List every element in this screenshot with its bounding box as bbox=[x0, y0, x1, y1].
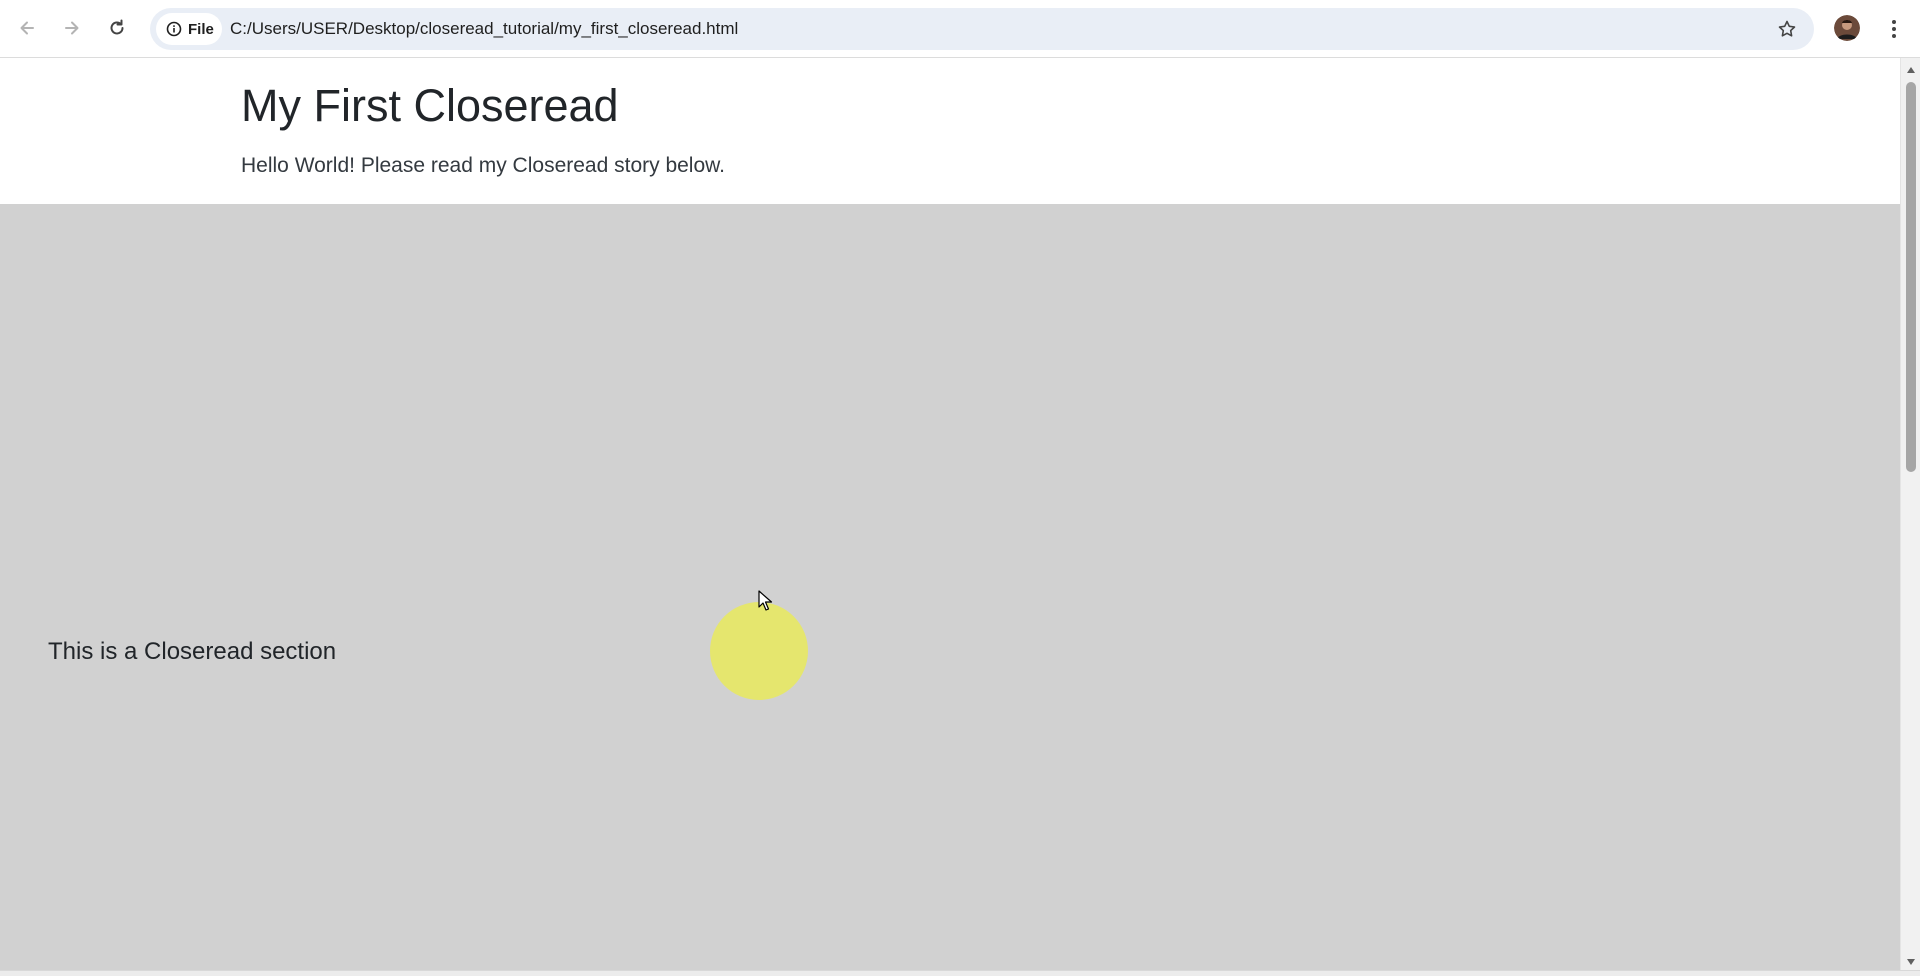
closeread-trigger-text: This is a Closeread section bbox=[48, 638, 337, 665]
arrow-right-icon bbox=[65, 21, 79, 35]
browser-menu-button[interactable] bbox=[1880, 14, 1908, 44]
page-subtitle: Hello World! Please read my Closeread st… bbox=[241, 154, 725, 177]
site-info-chip[interactable]: File bbox=[156, 13, 222, 45]
scroll-down-button[interactable] bbox=[1905, 956, 1917, 968]
page-title: My First Closeread bbox=[241, 80, 619, 131]
triangle-down-icon bbox=[1907, 959, 1915, 965]
bookmark-button[interactable] bbox=[1772, 14, 1802, 44]
arrow-left-icon bbox=[20, 21, 34, 35]
sticky-circle bbox=[710, 602, 808, 700]
profile-avatar[interactable] bbox=[1834, 15, 1860, 41]
closeread-section: This is a Closeread section bbox=[0, 204, 1900, 970]
reload-icon bbox=[110, 19, 124, 35]
vertical-scrollbar[interactable] bbox=[1900, 58, 1920, 970]
url-text[interactable]: C:/Users/USER/Desktop/closeread_tutorial… bbox=[230, 19, 738, 39]
page-viewport: My First Closeread Hello World! Please r… bbox=[0, 58, 1900, 970]
site-info-label: File bbox=[188, 20, 214, 38]
window-bottom-edge bbox=[0, 970, 1920, 976]
reload-button[interactable] bbox=[100, 11, 134, 45]
address-bar[interactable]: File C:/Users/USER/Desktop/closeread_tut… bbox=[150, 8, 1814, 50]
scrollbar-thumb[interactable] bbox=[1906, 82, 1916, 472]
triangle-up-icon bbox=[1907, 67, 1915, 73]
browser-toolbar: File C:/Users/USER/Desktop/closeread_tut… bbox=[0, 0, 1920, 58]
star-outline-icon bbox=[1778, 20, 1796, 37]
forward-button[interactable] bbox=[55, 11, 89, 45]
kebab-menu-icon bbox=[1892, 20, 1896, 38]
profile-avatar-icon bbox=[1834, 15, 1860, 41]
scroll-up-button[interactable] bbox=[1905, 64, 1917, 76]
back-button[interactable] bbox=[10, 11, 44, 45]
info-circle-icon bbox=[166, 21, 182, 37]
